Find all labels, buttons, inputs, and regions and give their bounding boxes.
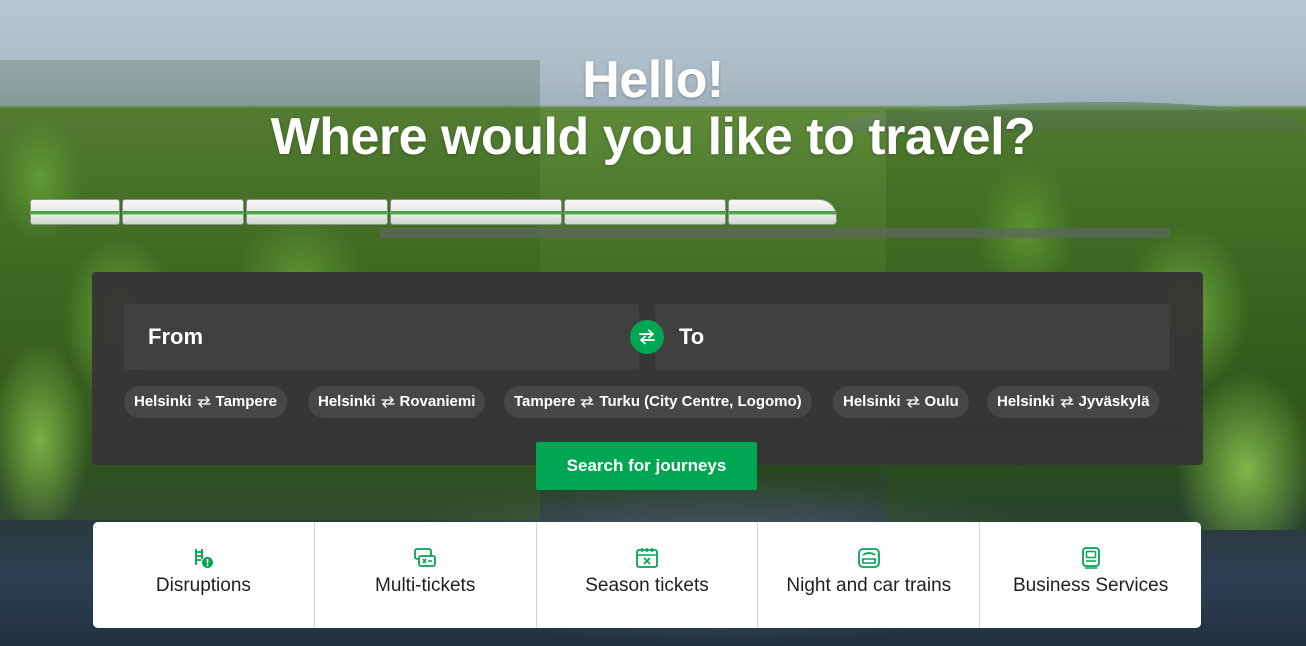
- search-journeys-button[interactable]: Search for journeys: [536, 442, 757, 490]
- swap-arrows-icon: [905, 396, 920, 408]
- business-services-icon: [1078, 545, 1104, 571]
- route-to: Turku (City Centre, Logomo): [599, 393, 802, 410]
- night-train-icon: [856, 545, 882, 571]
- swap-stations-button[interactable]: [630, 320, 664, 354]
- to-placeholder: To: [679, 324, 705, 349]
- route-from: Helsinki: [997, 393, 1055, 410]
- quick-route-chip[interactable]: Helsinki Rovaniemi: [308, 386, 486, 418]
- quick-links-bar: Disruptions Multi-tickets Season tickets: [93, 522, 1201, 628]
- from-placeholder: From: [148, 324, 203, 349]
- quick-route-chip[interactable]: Tampere Turku (City Centre, Logomo): [504, 386, 812, 418]
- hero-headline: Hello! Where would you like to travel?: [0, 52, 1306, 166]
- route-from: Helsinki: [843, 393, 901, 410]
- route-to: Rovaniemi: [399, 393, 476, 410]
- quick-link-night-trains[interactable]: Night and car trains: [758, 522, 981, 628]
- route-to: Oulu: [924, 393, 959, 410]
- greeting-text: Hello!: [582, 51, 724, 109]
- journey-search-panel: From To Helsinki Tampere Helsinki Rovani…: [92, 272, 1203, 465]
- quick-route-chip[interactable]: Helsinki Jyväskylä: [987, 386, 1160, 418]
- swap-arrows-icon: [580, 396, 595, 408]
- swap-arrows-icon: [380, 396, 395, 408]
- railway-track: [380, 228, 1170, 238]
- quick-link-multi-tickets[interactable]: Multi-tickets: [315, 522, 537, 628]
- route-to: Jyväskylä: [1078, 393, 1150, 410]
- route-to: Tampere: [215, 393, 277, 410]
- quick-route-chip[interactable]: Helsinki Oulu: [833, 386, 969, 418]
- quick-link-label: Multi-tickets: [375, 575, 476, 596]
- travel-question: Where would you like to travel?: [270, 108, 1036, 166]
- route-from: Helsinki: [134, 393, 192, 410]
- quick-link-label: Night and car trains: [786, 575, 952, 596]
- quick-link-label: Disruptions: [155, 575, 251, 596]
- swap-arrows-icon: [639, 329, 655, 345]
- route-from: Tampere: [514, 393, 576, 410]
- train-image: [30, 197, 837, 227]
- from-field[interactable]: From: [124, 304, 639, 370]
- route-from: Helsinki: [318, 393, 376, 410]
- quick-link-season-tickets[interactable]: Season tickets: [537, 522, 759, 628]
- disruptions-icon: [190, 545, 216, 571]
- multi-ticket-icon: [412, 545, 438, 571]
- quick-link-disruptions[interactable]: Disruptions: [93, 522, 315, 628]
- swap-arrows-icon: [196, 396, 211, 408]
- to-field[interactable]: To: [655, 304, 1170, 370]
- season-ticket-icon: [634, 545, 660, 571]
- quick-route-chip[interactable]: Helsinki Tampere: [124, 386, 287, 418]
- quick-link-label: Season tickets: [585, 575, 709, 596]
- swap-arrows-icon: [1059, 396, 1074, 408]
- quick-link-label: Business Services: [1012, 575, 1169, 596]
- quick-link-business-services[interactable]: Business Services: [980, 522, 1201, 628]
